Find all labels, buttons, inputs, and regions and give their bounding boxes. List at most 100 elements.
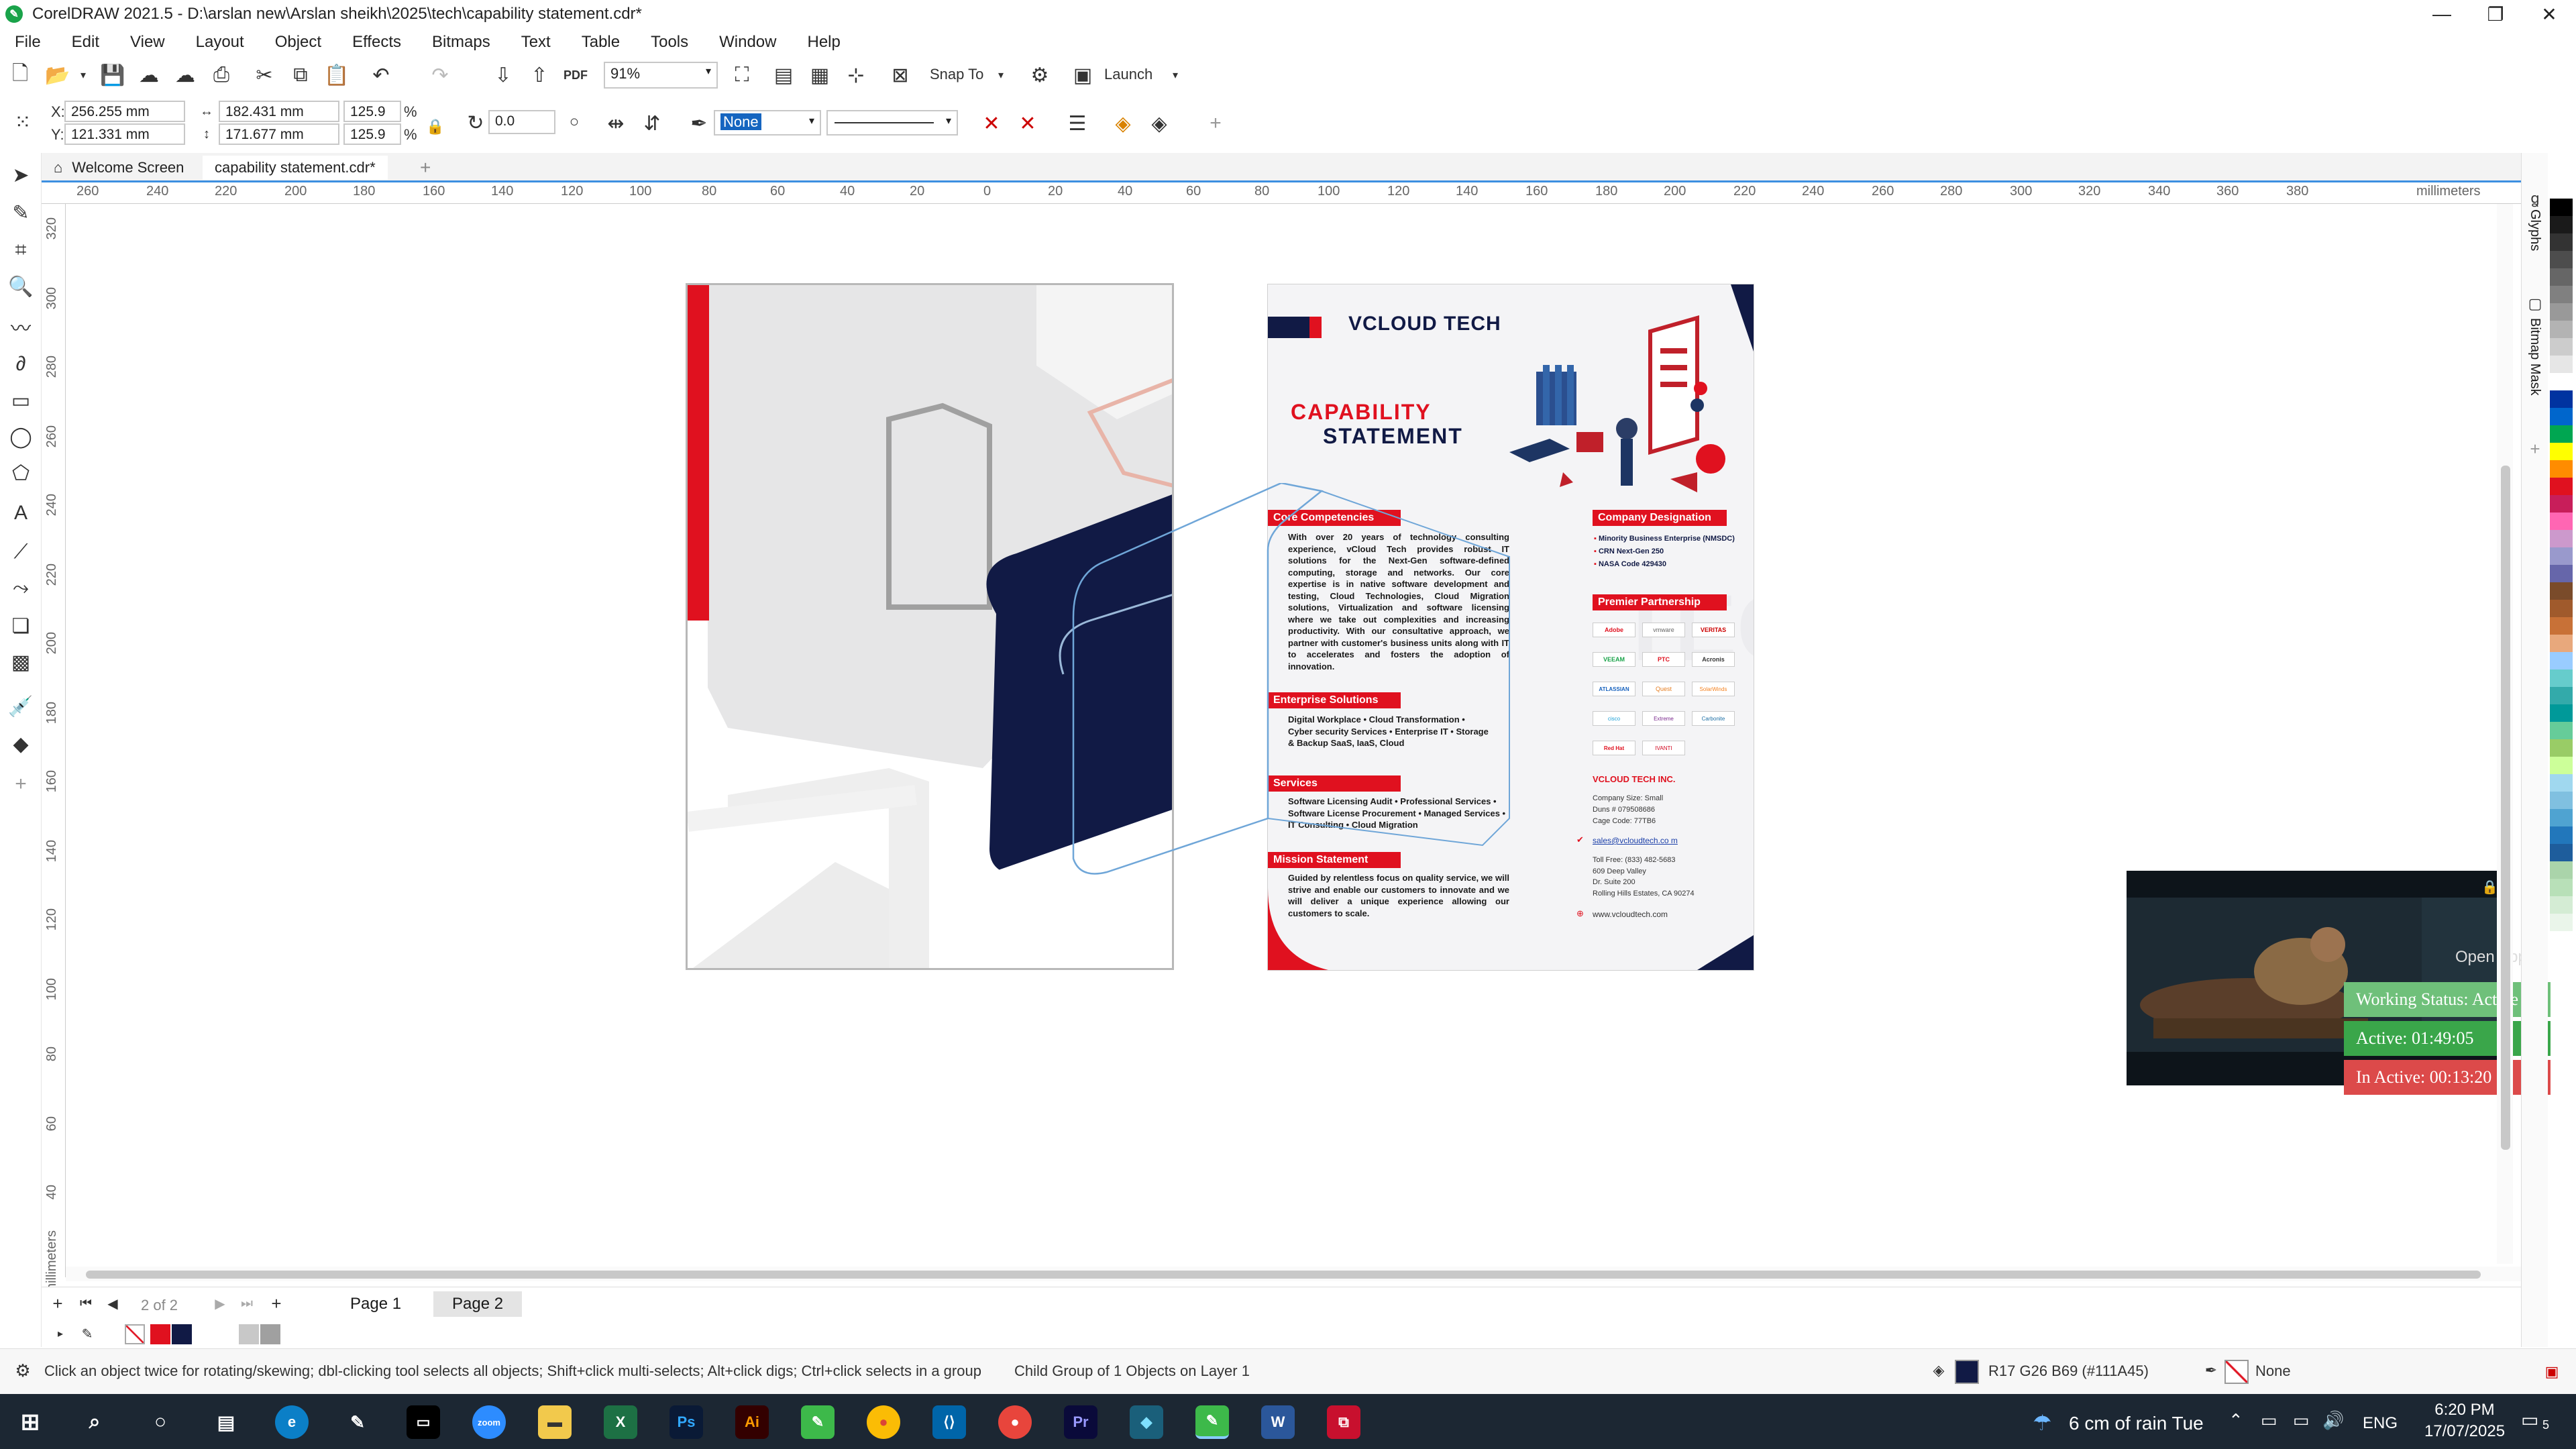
- order-back-icon[interactable]: ◈: [1146, 110, 1173, 137]
- palette-swatch[interactable]: [2550, 268, 2573, 286]
- network-icon[interactable]: ▭: [2293, 1410, 2310, 1431]
- no-color-swatch[interactable]: [125, 1324, 145, 1344]
- clock-date[interactable]: 17/07/2025: [2416, 1422, 2513, 1441]
- zoom-icon[interactable]: zoom: [472, 1405, 506, 1439]
- transparency-tool-icon[interactable]: ▩: [8, 649, 34, 675]
- text-tool-icon[interactable]: A: [8, 500, 34, 526]
- terminal-icon[interactable]: ▭: [407, 1405, 440, 1439]
- palette-swatch[interactable]: [2550, 408, 2573, 425]
- show-guidelines-icon[interactable]: ⊹: [843, 62, 869, 89]
- vscode-icon[interactable]: ⟨⟩: [932, 1405, 966, 1439]
- palette-swatch[interactable]: [2550, 425, 2573, 443]
- palette-swatch[interactable]: [2550, 687, 2573, 704]
- x-position-field[interactable]: 256.255 mm: [64, 101, 185, 122]
- menu-table[interactable]: Table: [582, 33, 620, 52]
- bitmap-mask-icon[interactable]: ▢: [2526, 294, 2544, 314]
- save-icon[interactable]: 💾: [99, 62, 126, 89]
- previous-page-icon[interactable]: ◀: [102, 1293, 123, 1314]
- add-docker-icon[interactable]: +: [2526, 439, 2544, 459]
- edge-icon[interactable]: e: [275, 1405, 309, 1439]
- outline-width-combobox[interactable]: None ▾: [714, 110, 821, 136]
- freehand-tool-icon[interactable]: 〰: [8, 314, 34, 340]
- pick-tool-icon[interactable]: ➤: [8, 162, 34, 188]
- palette-swatch[interactable]: [2550, 826, 2573, 844]
- red-swatch[interactable]: [150, 1324, 170, 1344]
- coreldraw-active-icon[interactable]: ✎: [1195, 1405, 1229, 1439]
- light-gray-swatch[interactable]: [239, 1324, 259, 1344]
- minimize-button[interactable]: —: [2415, 0, 2469, 28]
- paste-icon[interactable]: 📋: [323, 62, 350, 89]
- height-field[interactable]: 171.677 mm: [219, 123, 339, 145]
- parallel-dimension-icon[interactable]: ⟋: [8, 539, 34, 565]
- scale-width-field[interactable]: 125.9: [343, 101, 401, 122]
- palette-swatch[interactable]: [2550, 635, 2573, 652]
- illustrator-icon[interactable]: Ai: [735, 1405, 769, 1439]
- show-rulers-icon[interactable]: ▤: [770, 62, 797, 89]
- zoom-level-combobox[interactable]: 91% ▾: [604, 62, 718, 89]
- palette-swatch[interactable]: [2550, 547, 2573, 565]
- menu-help[interactable]: Help: [807, 33, 840, 52]
- palette-swatch[interactable]: [2550, 879, 2573, 896]
- maximize-button[interactable]: ❐: [2469, 0, 2522, 28]
- palette-arrow-icon[interactable]: ▸: [52, 1324, 68, 1343]
- palette-swatch[interactable]: [2550, 513, 2573, 530]
- palette-swatch[interactable]: [2550, 181, 2573, 199]
- vertical-ruler[interactable]: 320 300 280 260 240 220 200 180 160 140 …: [42, 204, 66, 1295]
- connector-tool-icon[interactable]: ⤳: [8, 576, 34, 601]
- palette-swatch[interactable]: [2550, 338, 2573, 356]
- palette-swatch[interactable]: [2550, 722, 2573, 739]
- task-view-icon[interactable]: ▤: [209, 1405, 243, 1439]
- scale-height-field[interactable]: 125.9: [343, 123, 401, 145]
- menu-view[interactable]: View: [130, 33, 165, 52]
- launch-button[interactable]: Launch: [1104, 66, 1152, 83]
- cut-icon[interactable]: ✂: [251, 62, 278, 89]
- menu-object[interactable]: Object: [275, 33, 321, 52]
- palette-swatch[interactable]: [2550, 582, 2573, 600]
- navy-swatch[interactable]: [172, 1324, 192, 1344]
- palette-swatch[interactable]: [2550, 565, 2573, 582]
- file-explorer-icon[interactable]: ▬: [538, 1405, 572, 1439]
- palette-swatch[interactable]: [2550, 669, 2573, 687]
- options-gear-icon[interactable]: ⚙: [1026, 62, 1053, 89]
- palette-swatch[interactable]: [2550, 251, 2573, 268]
- menu-file[interactable]: File: [15, 33, 41, 52]
- status-settings-gear-icon[interactable]: ⚙: [11, 1358, 35, 1383]
- new-document-icon[interactable]: 🗋: [7, 62, 34, 89]
- new-tab-icon[interactable]: +: [408, 156, 443, 180]
- palette-swatch[interactable]: [2550, 199, 2573, 216]
- horizontal-scrollbar[interactable]: [66, 1267, 2521, 1281]
- mirror-vertical-icon[interactable]: ⇵: [639, 110, 665, 137]
- video-close-icon[interactable]: 🔒: [2481, 879, 2498, 896]
- menu-edit[interactable]: Edit: [72, 33, 99, 52]
- cortana-icon[interactable]: ○: [144, 1405, 177, 1439]
- menu-layout[interactable]: Layout: [196, 33, 244, 52]
- palette-swatch[interactable]: [2550, 530, 2573, 547]
- cloud-upload-icon[interactable]: ☁: [136, 62, 162, 89]
- palette-swatch[interactable]: [2550, 652, 2573, 669]
- export-icon[interactable]: ⇧: [526, 62, 553, 89]
- full-screen-preview-icon[interactable]: ⛶: [729, 62, 755, 89]
- lock-ratio-icon[interactable]: 🔒: [424, 115, 447, 138]
- snap-to-chevron-icon[interactable]: ▾: [993, 62, 1009, 89]
- snap-to-dropdown[interactable]: Snap To: [930, 66, 983, 83]
- launch-icon[interactable]: ▣: [1069, 62, 1096, 89]
- copy-icon[interactable]: ⧉: [287, 62, 314, 89]
- artistic-media-icon[interactable]: ∂: [8, 352, 34, 377]
- chrome-icon[interactable]: ●: [867, 1405, 900, 1439]
- palette-swatch[interactable]: [2550, 774, 2573, 792]
- page-tab-2[interactable]: Page 2: [433, 1291, 523, 1317]
- palette-swatch[interactable]: [2550, 321, 2573, 338]
- photoshop-icon[interactable]: Ps: [669, 1405, 703, 1439]
- chrome-profile-icon[interactable]: ●: [998, 1405, 1032, 1439]
- redo-icon[interactable]: ↷: [427, 62, 453, 89]
- cloud-share-icon[interactable]: ☁: [172, 62, 199, 89]
- publish-pdf-icon[interactable]: PDF: [562, 62, 589, 89]
- bitmap-mask-tab[interactable]: Bitmap Mask: [2527, 318, 2542, 396]
- acrobat-icon[interactable]: ⧉: [1327, 1405, 1360, 1439]
- horizontal-ruler[interactable]: 260 240 220 200 180 160 140 120 100 80 6…: [42, 182, 2524, 204]
- zoom-tool-icon[interactable]: 🔍: [8, 274, 34, 299]
- snap-off-icon[interactable]: ⊠: [887, 62, 914, 89]
- tab-capability-statement[interactable]: capability statement.cdr*: [203, 156, 388, 180]
- palette-swatch[interactable]: [2550, 739, 2573, 757]
- polygon-tool-icon[interactable]: ⬠: [8, 460, 34, 486]
